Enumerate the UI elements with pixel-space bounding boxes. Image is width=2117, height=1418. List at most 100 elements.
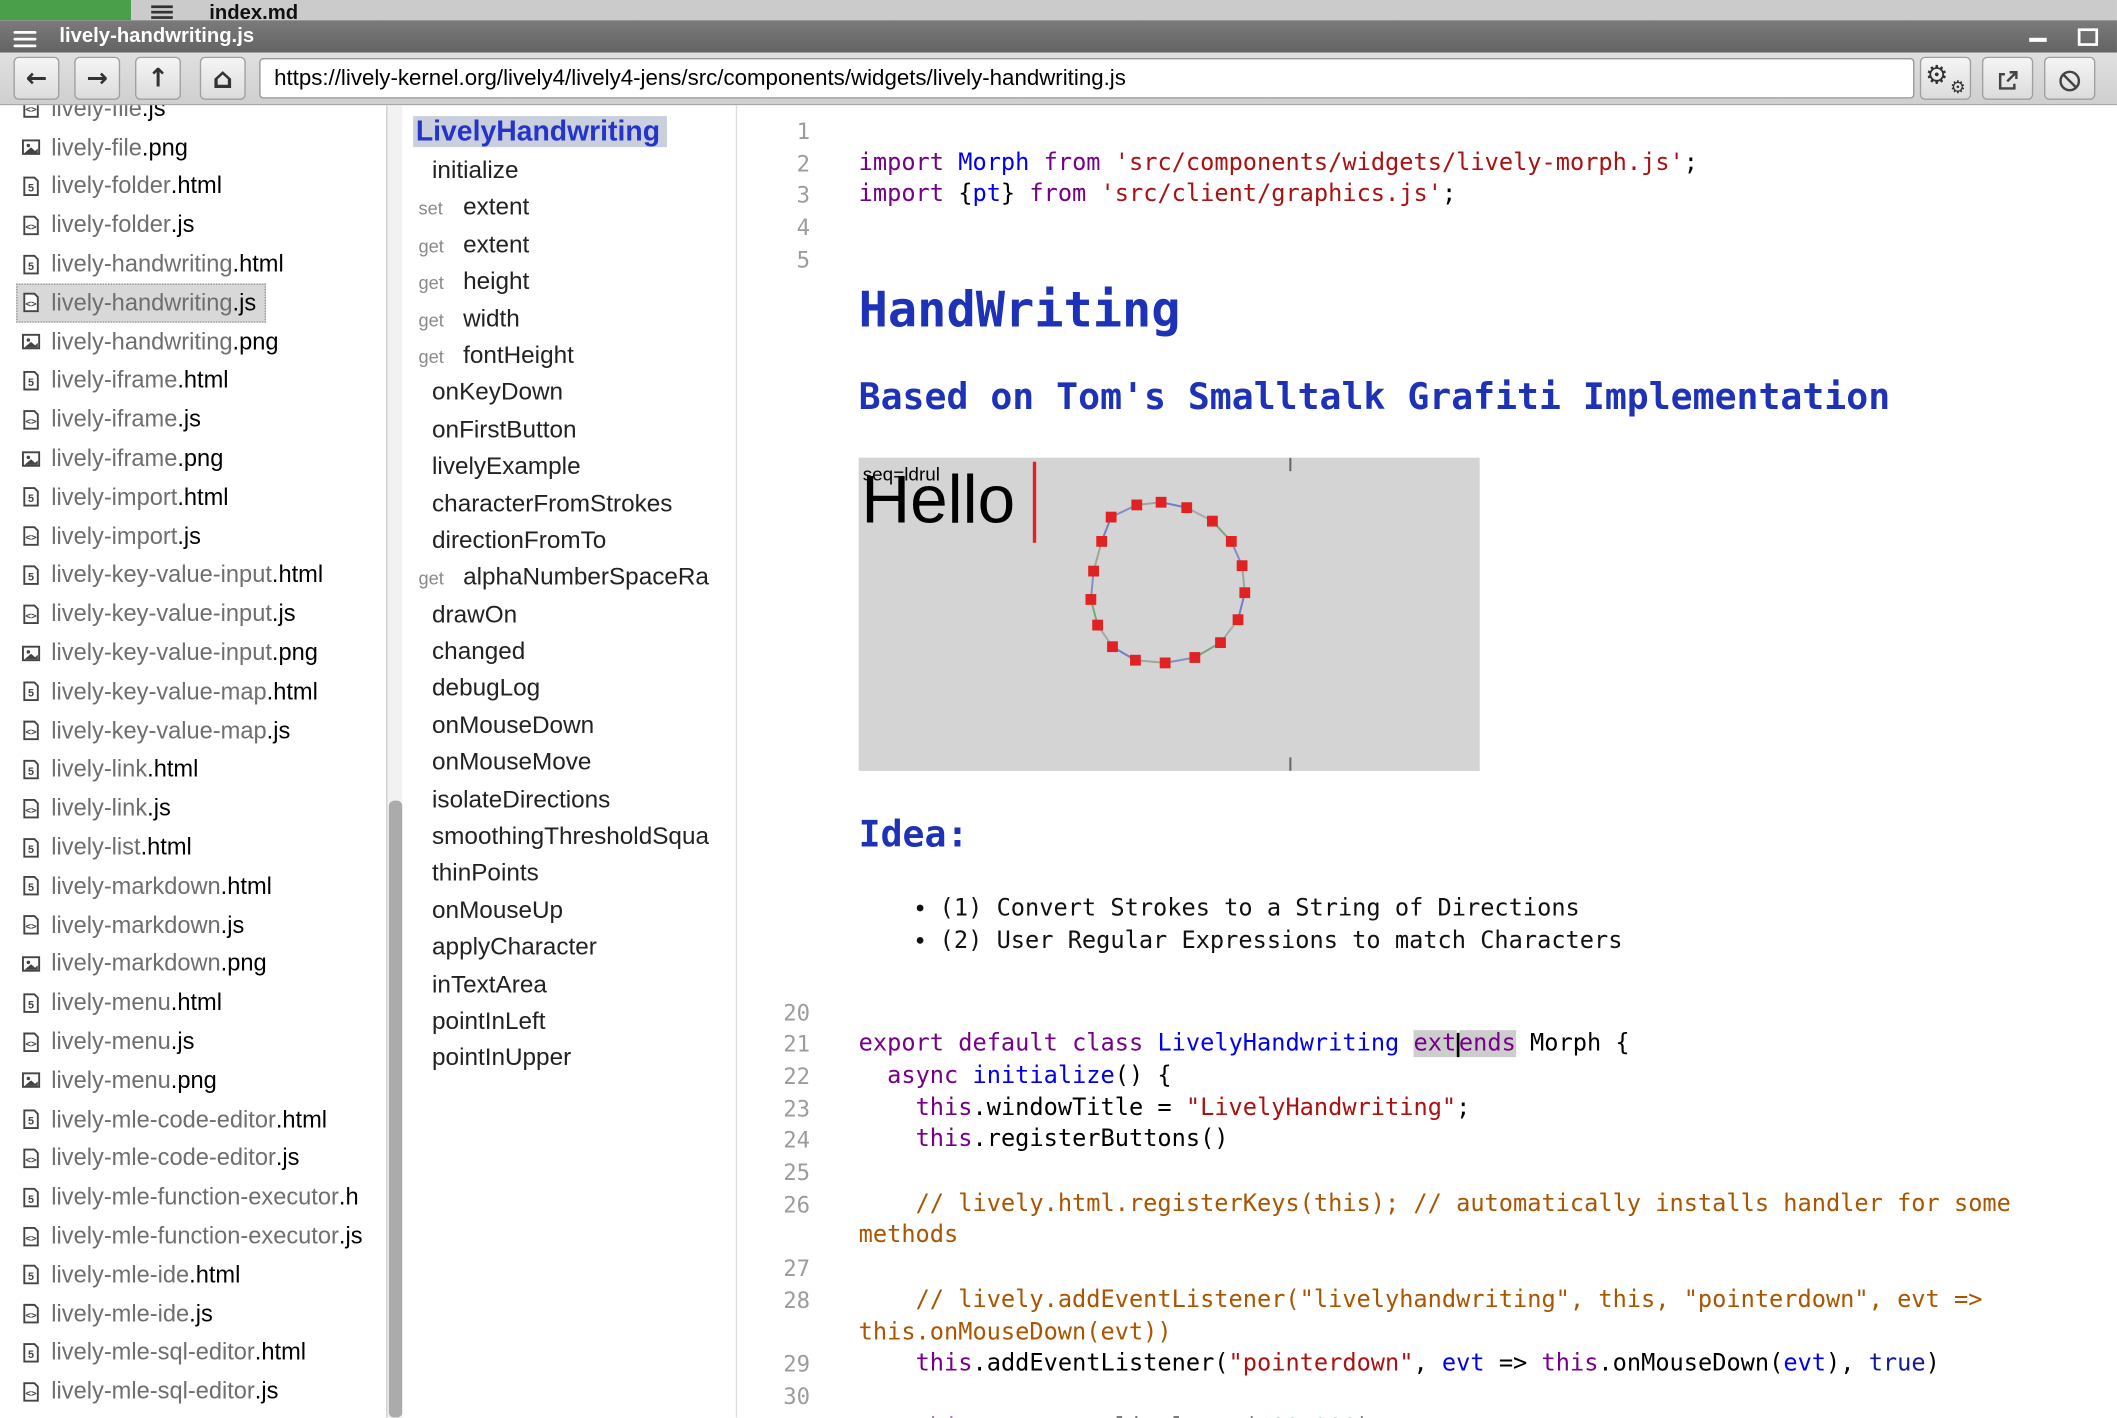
home-button[interactable]: ⌂	[200, 57, 246, 100]
outline-method[interactable]: thinPoints	[413, 855, 736, 892]
outline-method[interactable]: debugLog	[413, 670, 736, 707]
outline-class-name[interactable]: LivelyHandwriting	[413, 112, 736, 153]
back-button[interactable]: ←	[14, 57, 60, 100]
file-name-base: lively-mle-function-executor	[51, 1183, 339, 1211]
outline-method[interactable]: getwidth	[413, 300, 736, 337]
file-item[interactable]: 5lively-iframe.html	[16, 361, 238, 400]
outline-method[interactable]: onMouseUp	[413, 892, 736, 929]
file-item[interactable]: 5lively-mle-sql-editor.html	[16, 1333, 315, 1372]
code-line[interactable]	[845, 244, 2117, 276]
outline-method[interactable]: changed	[413, 633, 736, 670]
outline-method[interactable]: getalphaNumberSpaceRa	[413, 559, 736, 596]
code-line[interactable]	[845, 1157, 2117, 1189]
file-item[interactable]: 5lively-handwriting.html	[16, 245, 293, 284]
outline-method[interactable]: smoothingThresholdSqua	[413, 818, 736, 855]
open-external-button[interactable]	[1982, 57, 2033, 100]
url-input[interactable]	[259, 58, 1914, 99]
html-file-icon: 5	[20, 1342, 43, 1364]
file-item[interactable]: 5lively-mle-function-executor.h	[16, 1178, 368, 1217]
code-line[interactable]: import {pt} from 'src/client/graphics.js…	[845, 180, 2117, 212]
file-item[interactable]: 5lively-mle-ide.html	[16, 1255, 250, 1294]
scrollbar-thumb[interactable]	[389, 801, 403, 1418]
code-line[interactable]: this.registerButtons()	[845, 1125, 2117, 1157]
code-line[interactable]: // lively.html.registerKeys(this); // au…	[845, 1189, 2117, 1253]
file-item[interactable]: 5lively-mle-code-editor.html	[16, 1100, 336, 1139]
file-item[interactable]: lively-handwriting.png	[16, 322, 288, 361]
outline-method[interactable]: getfontHeight	[413, 337, 736, 374]
file-item[interactable]: <>lively-mle-function-executor.js	[16, 1217, 372, 1256]
file-item[interactable]: 5lively-key-value-input.html	[16, 556, 332, 595]
file-item[interactable]: lively-file.png	[16, 128, 197, 167]
code-line[interactable]: export default class LivelyHandwriting e…	[845, 1029, 2117, 1061]
file-item[interactable]: <>lively-folder.js	[16, 206, 204, 245]
code-line[interactable]: this.addEventListener("pointerdown", evt…	[845, 1349, 2117, 1381]
file-item[interactable]: lively-markdown.png	[16, 944, 276, 983]
file-item[interactable]: <>lively-file.js	[16, 105, 175, 128]
file-item[interactable]: <>lively-link.js	[16, 789, 180, 828]
outline-method[interactable]: pointInLeft	[413, 1003, 736, 1040]
file-item[interactable]: <>lively-iframe.js	[16, 400, 210, 439]
outline-method[interactable]: directionFromTo	[413, 522, 736, 559]
file-item[interactable]: 5lively-list.html	[16, 828, 201, 867]
file-name-ext: .png	[233, 328, 279, 356]
file-item[interactable]: <>lively-key-value-input.js	[16, 595, 305, 634]
outline-method[interactable]: getextent	[413, 227, 736, 264]
outline-method[interactable]: initialize	[413, 153, 736, 190]
file-item[interactable]: <>lively-handwriting.js	[16, 283, 265, 322]
file-item[interactable]: <>lively-import.js	[16, 517, 210, 556]
file-list-scrollbar[interactable]	[386, 105, 402, 1417]
code-line[interactable]	[845, 1253, 2117, 1285]
file-name-base: lively-key-value-input	[51, 561, 272, 589]
file-item[interactable]: 5lively-markdown.html	[16, 867, 281, 906]
code-line[interactable]: import Morph from 'src/components/widget…	[845, 148, 2117, 180]
file-item[interactable]: lively-key-value-input.png	[16, 633, 327, 672]
file-item[interactable]: 5lively-key-value-map.html	[16, 672, 327, 711]
file-item[interactable]: lively-iframe.png	[16, 439, 233, 478]
hamburger-icon[interactable]	[151, 3, 173, 21]
file-item[interactable]: <>lively-mle-ide.js	[16, 1294, 222, 1333]
window-menu-icon[interactable]	[14, 27, 37, 51]
outline-method[interactable]: getheight	[413, 264, 736, 301]
file-item[interactable]: lively-menu.png	[16, 1061, 226, 1100]
outline-method[interactable]: inTextArea	[413, 966, 736, 1003]
block-button[interactable]	[2044, 57, 2095, 100]
up-button[interactable]: ↑	[135, 57, 181, 100]
outline-method[interactable]: pointInUpper	[413, 1040, 736, 1077]
code-line[interactable]	[845, 997, 2117, 1029]
outline-method[interactable]: applyCharacter	[413, 929, 736, 966]
code-line[interactable]	[845, 212, 2117, 244]
code-editor[interactable]: 12import Morph from 'src/components/widg…	[736, 105, 2117, 1417]
minimize-icon[interactable]	[2029, 38, 2047, 42]
outline-method[interactable]: onMouseMove	[413, 744, 736, 781]
file-name-ext: .js	[255, 1377, 279, 1405]
outline-method[interactable]: onMouseDown	[413, 707, 736, 744]
settings-gears-button[interactable]: ⚙ ⚙	[1920, 57, 1971, 100]
outline-method[interactable]: characterFromStrokes	[413, 485, 736, 522]
window-titlebar[interactable]: lively-handwriting.js	[0, 20, 2117, 52]
file-item[interactable]: <>lively-key-value-map.js	[16, 711, 300, 750]
outline-method[interactable]: setextent	[413, 190, 736, 227]
file-item[interactable]: <>lively-menu.js	[16, 1022, 204, 1061]
outline-method[interactable]: onKeyDown	[413, 374, 736, 411]
code-line[interactable]: this.windowTitle = "LivelyHandwriting";	[845, 1093, 2117, 1125]
file-item[interactable]: 5lively-import.html	[16, 478, 238, 517]
maximize-icon[interactable]	[2078, 28, 2098, 46]
file-name-ext: .js	[339, 1222, 363, 1250]
svg-text:5: 5	[28, 1116, 34, 1128]
code-line[interactable]: async initialize() {	[845, 1061, 2117, 1093]
outline-method[interactable]: drawOn	[413, 596, 736, 633]
outline-method[interactable]: isolateDirections	[413, 781, 736, 818]
file-name-ext: .js	[171, 1027, 195, 1055]
forward-button[interactable]: →	[74, 57, 120, 100]
file-item[interactable]: 5lively-menu.html	[16, 983, 231, 1022]
file-item[interactable]: 5lively-link.html	[16, 750, 208, 789]
outline-method[interactable]: onFirstButton	[413, 411, 736, 448]
file-item[interactable]: <>lively-markdown.js	[16, 906, 254, 945]
code-line[interactable]: // lively.addEventListener("livelyhandwr…	[845, 1285, 2117, 1349]
code-line[interactable]	[845, 1381, 2117, 1413]
file-item[interactable]: <>lively-mle-sql-editor.js	[16, 1372, 288, 1411]
file-item[interactable]: 5lively-folder.html	[16, 167, 231, 206]
file-item[interactable]: <>lively-mle-code-editor.js	[16, 1139, 309, 1178]
outline-method[interactable]: livelyExample	[413, 448, 736, 485]
code-line[interactable]	[845, 116, 2117, 148]
